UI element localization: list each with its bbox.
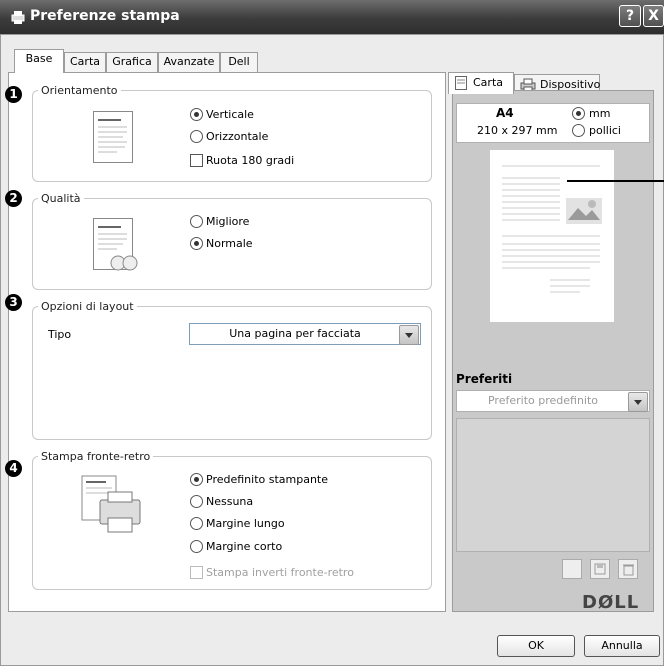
save-icon[interactable]	[590, 559, 610, 579]
ok-button[interactable]: OK	[497, 635, 575, 657]
label-unit-mm: mm	[589, 107, 611, 120]
tab-dell[interactable]: Dell	[220, 52, 258, 72]
radio-migliore[interactable]	[190, 215, 203, 228]
layout-type-label: Tipo	[48, 328, 72, 341]
label-margine-corto: Margine corto	[206, 540, 283, 553]
label-verticale: Verticale	[206, 108, 254, 121]
radio-unit-mm[interactable]	[572, 107, 585, 120]
favorites-list[interactable]	[456, 418, 650, 552]
callout-1: 1	[5, 86, 22, 103]
radio-nessuna[interactable]	[190, 495, 203, 508]
label-predefinito-stampante: Predefinito stampante	[206, 473, 329, 486]
cancel-button[interactable]: Annulla	[584, 635, 660, 657]
page-preview	[490, 150, 614, 322]
tab-base[interactable]: Base	[14, 49, 64, 73]
radio-unit-pollici[interactable]	[572, 124, 585, 137]
tab-grafica[interactable]: Grafica	[106, 52, 158, 72]
title-bar: Preferenze stampa ? X	[0, 0, 664, 34]
paper-size: A4	[496, 106, 514, 120]
callout-2: 2	[5, 190, 22, 207]
trash-glyph	[623, 564, 634, 576]
close-button[interactable]: X	[643, 5, 664, 27]
radio-verticale[interactable]	[190, 108, 203, 121]
rotate-180-checkbox[interactable]	[190, 154, 203, 167]
chevron-down-icon	[399, 325, 419, 345]
radio-normale[interactable]	[190, 237, 203, 250]
favorites-label: Preferiti	[456, 372, 513, 386]
printer-icon	[11, 11, 25, 24]
label-reverse-duplex: Stampa inverti fronte-retro	[206, 566, 354, 579]
paper-info-box	[456, 103, 650, 143]
floppy-glyph	[594, 563, 606, 575]
label-orizzontale: Orizzontale	[206, 130, 269, 143]
tab-preview-carta[interactable]: Carta	[448, 72, 514, 94]
quality-page-icon	[93, 218, 138, 271]
label-unit-pollici: pollici	[589, 124, 621, 137]
label-migliore: Migliore	[206, 215, 250, 228]
callout-4: 4	[5, 460, 22, 477]
duplex-printer-icon	[81, 475, 141, 533]
chevron-down-icon	[628, 392, 648, 412]
tab-preview-carta-label: Carta	[473, 76, 503, 89]
window-title: Preferenze stampa	[30, 8, 180, 24]
label-normale: Normale	[206, 237, 253, 250]
callout-3: 3	[5, 294, 22, 311]
orientation-legend: Orientamento	[38, 84, 121, 97]
radio-margine-corto[interactable]	[190, 540, 203, 553]
tab-carta[interactable]: Carta	[64, 52, 106, 72]
delete-icon[interactable]	[618, 559, 638, 579]
layout-legend: Opzioni di layout	[38, 300, 137, 313]
portrait-page-icon	[93, 111, 133, 163]
radio-orizzontale[interactable]	[190, 130, 203, 143]
quality-legend: Qualità	[38, 192, 84, 205]
label-margine-lungo: Margine lungo	[206, 517, 285, 530]
radio-predefinito-stampante[interactable]	[190, 473, 203, 486]
label-nessuna: Nessuna	[206, 495, 254, 508]
favorites-select-value: Preferito predefinito	[487, 394, 599, 407]
reverse-duplex-checkbox[interactable]	[190, 566, 203, 579]
layout-type-select[interactable]: Una pagina per facciata	[189, 323, 421, 345]
duplex-legend: Stampa fronte-retro	[38, 450, 154, 463]
layout-type-value: Una pagina per facciata	[229, 327, 361, 340]
new-favorite-icon[interactable]	[562, 559, 582, 579]
label-rotate-180: Ruota 180 gradi	[206, 154, 295, 167]
dell-logo: DØLL	[582, 592, 640, 613]
radio-margine-lungo[interactable]	[190, 517, 203, 530]
help-button[interactable]: ?	[619, 5, 641, 27]
favorites-select[interactable]: Preferito predefinito	[456, 390, 650, 412]
tab-avanzate[interactable]: Avanzate	[158, 52, 220, 72]
paper-dimensions: 210 x 297 mm	[477, 124, 558, 137]
page-icon	[455, 76, 467, 90]
callout-leader-line	[567, 180, 664, 182]
